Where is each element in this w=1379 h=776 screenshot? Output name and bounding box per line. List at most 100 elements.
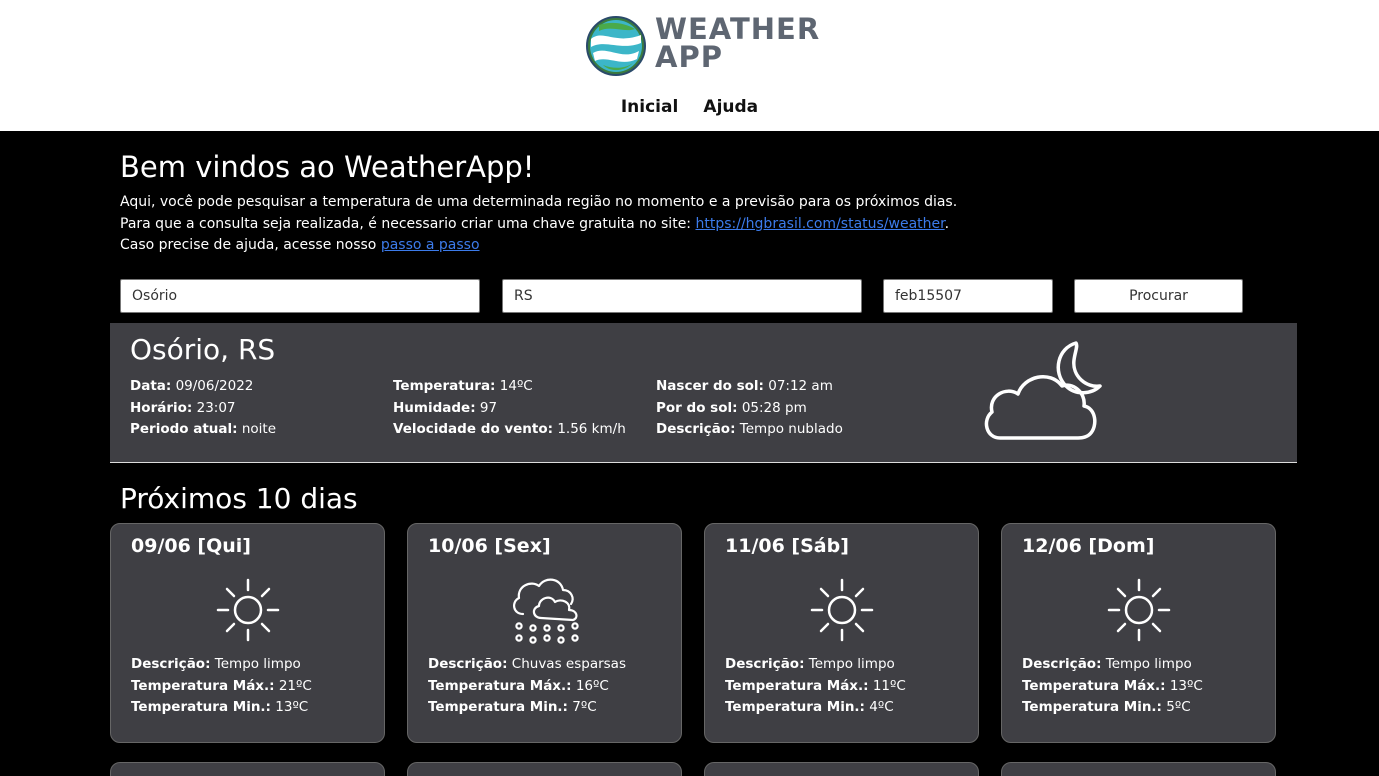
forecast-desc-value: Tempo limpo (1105, 656, 1192, 672)
wind-label: Velocidade do vento: (393, 421, 554, 437)
desc-value: Tempo nublado (739, 421, 843, 437)
state-input[interactable]: RS (502, 279, 862, 313)
logo-wordmark: WEATHER APP (655, 12, 821, 74)
current-weather-panel: Osório, RS Data: 09/06/2022 Horário: 23:… (110, 323, 1297, 463)
current-wind: Velocidade do vento: 1.56 km/h (393, 419, 626, 441)
current-humidity: Humidade: 97 (393, 398, 626, 420)
forecast-card: 09/06 [Qui] Descrição: Tempo limpo Tempe… (110, 523, 385, 743)
cloud-moon-icon (984, 341, 1102, 440)
time-label: Horário: (130, 399, 193, 416)
forecast-info: Descrição: Tempo limpo Temperatura Máx.:… (725, 654, 906, 719)
top-header: WEATHER APP Inicial Ajuda (0, 0, 1379, 131)
forecast-desc-label: Descrição: (725, 656, 805, 672)
forecast-date: 10/06 [Sex] (428, 535, 551, 557)
forecast-desc: Descrição: Tempo limpo (131, 654, 312, 676)
sunrise-value: 07:12 am (768, 378, 833, 394)
api-key-input[interactable]: feb15507 (883, 279, 1053, 313)
date-value: 09/06/2022 (175, 378, 254, 394)
forecast-min: Temperatura Min.: 13ºC (131, 697, 312, 719)
main-nav: Inicial Ajuda (0, 97, 1379, 117)
sunset-label: Por do sol: (656, 399, 738, 416)
forecast-min-label: Temperatura Min.: (1022, 699, 1162, 715)
forecast-min-label: Temperatura Min.: (428, 699, 568, 715)
humidity-value: 97 (479, 399, 498, 416)
desc-label: Descrição: (656, 421, 736, 437)
temp-label: Temperatura: (393, 378, 496, 394)
sun-icon (216, 578, 280, 642)
forecast-max: Temperatura Máx.: 16ºC (428, 676, 626, 698)
date-label: Data: (130, 378, 172, 394)
forecast-card-partial (704, 762, 979, 776)
forecast-desc-value: Tempo limpo (214, 656, 301, 672)
forecast-desc-label: Descrição: (131, 656, 211, 672)
forecast-min-label: Temperatura Min.: (725, 699, 865, 715)
tutorial-link[interactable]: passo a passo (381, 237, 480, 253)
forecast-min: Temperatura Min.: 4ºC (725, 697, 906, 719)
current-desc: Descrição: Tempo nublado (656, 419, 843, 441)
app-logo[interactable]: WEATHER APP (585, 15, 825, 79)
forecast-max-label: Temperatura Máx.: (725, 677, 869, 694)
forecast-card: 11/06 [Sáb] Descrição: Tempo limpo Tempe… (704, 523, 979, 743)
forecast-desc: Descrição: Tempo limpo (725, 654, 906, 676)
forecast-info: Descrição: Tempo limpo Temperatura Máx.:… (131, 654, 312, 719)
forecast-date: 12/06 [Dom] (1022, 535, 1155, 557)
welcome-line-2-text: Para que a consulta seja realizada, é ne… (120, 215, 696, 232)
current-col-2: Temperatura: 14ºC Humidade: 97 Velocidad… (393, 376, 626, 441)
logo-line-2: APP (655, 40, 723, 74)
forecast-max-label: Temperatura Máx.: (1022, 677, 1166, 694)
logo-line-1: WEATHER (655, 12, 821, 46)
forecast-max-value: 11ºC (872, 677, 906, 694)
forecast-min-value: 4ºC (869, 699, 894, 715)
current-sunrise: Nascer do sol: 07:12 am (656, 376, 843, 398)
forecast-min: Temperatura Min.: 5ºC (1022, 697, 1203, 719)
welcome-line-2-suffix: . (944, 215, 950, 232)
welcome-line-2: Para que a consulta seja realizada, é ne… (120, 214, 1120, 236)
forecast-max-value: 16ºC (575, 677, 609, 694)
forecast-max-label: Temperatura Máx.: (428, 677, 572, 694)
forecast-desc-label: Descrição: (1022, 656, 1102, 672)
forecast-desc-value: Tempo limpo (808, 656, 895, 672)
sunset-value: 05:28 pm (741, 399, 807, 416)
forecast-info: Descrição: Tempo limpo Temperatura Máx.:… (1022, 654, 1203, 719)
forecast-max: Temperatura Máx.: 13ºC (1022, 676, 1203, 698)
forecast-min-value: 5ºC (1166, 699, 1191, 715)
search-button[interactable]: Procurar (1074, 279, 1243, 313)
forecast-min-value: 7ºC (572, 699, 597, 715)
welcome-line-3: Caso precise de ajuda, acesse nosso pass… (120, 235, 1120, 257)
time-value: 23:07 (196, 399, 236, 416)
forecast-max-label: Temperatura Máx.: (131, 677, 275, 694)
current-col-1: Data: 09/06/2022 Horário: 23:07 Periodo … (130, 376, 276, 441)
forecast-card: 12/06 [Dom] Descrição: Tempo limpo Tempe… (1001, 523, 1276, 743)
forecast-title: Próximos 10 dias (120, 482, 358, 515)
welcome-section: Bem vindos ao WeatherApp! Aqui, você pod… (120, 150, 1120, 257)
hgbrasil-link[interactable]: https://hgbrasil.com/status/weather (695, 216, 944, 232)
wind-value: 1.56 km/h (557, 421, 626, 437)
period-label: Periodo atual: (130, 421, 238, 437)
nav-link-ajuda[interactable]: Ajuda (703, 97, 758, 117)
sunrise-label: Nascer do sol: (656, 378, 764, 394)
temp-value: 14ºC (499, 378, 533, 394)
forecast-min-value: 13ºC (275, 699, 309, 715)
forecast-card: 10/06 [Sex] Descrição: Chuvas esparsas T… (407, 523, 682, 743)
period-value: noite (241, 421, 277, 437)
forecast-info: Descrição: Chuvas esparsas Temperatura M… (428, 654, 626, 719)
forecast-card-partial (110, 762, 385, 776)
forecast-min-label: Temperatura Min.: (131, 699, 271, 715)
forecast-max: Temperatura Máx.: 11ºC (725, 676, 906, 698)
forecast-card-partial (1001, 762, 1276, 776)
current-date: Data: 09/06/2022 (130, 376, 276, 398)
forecast-desc-value: Chuvas esparsas (511, 656, 626, 672)
current-period: Periodo atual: noite (130, 419, 276, 441)
welcome-title: Bem vindos ao WeatherApp! (120, 150, 535, 184)
forecast-max-value: 13ºC (1169, 677, 1203, 694)
sun-icon (1107, 578, 1171, 642)
city-input[interactable]: Osório (120, 279, 480, 313)
nav-link-inicial[interactable]: Inicial (621, 97, 678, 117)
current-temp: Temperatura: 14ºC (393, 376, 626, 398)
current-sunset: Por do sol: 05:28 pm (656, 398, 843, 420)
forecast-min: Temperatura Min.: 7ºC (428, 697, 626, 719)
sun-icon (810, 578, 874, 642)
forecast-date: 09/06 [Qui] (131, 535, 251, 557)
welcome-line-3-text: Caso precise de ajuda, acesse nosso (120, 237, 381, 253)
cloud-rain-icon (513, 578, 579, 644)
